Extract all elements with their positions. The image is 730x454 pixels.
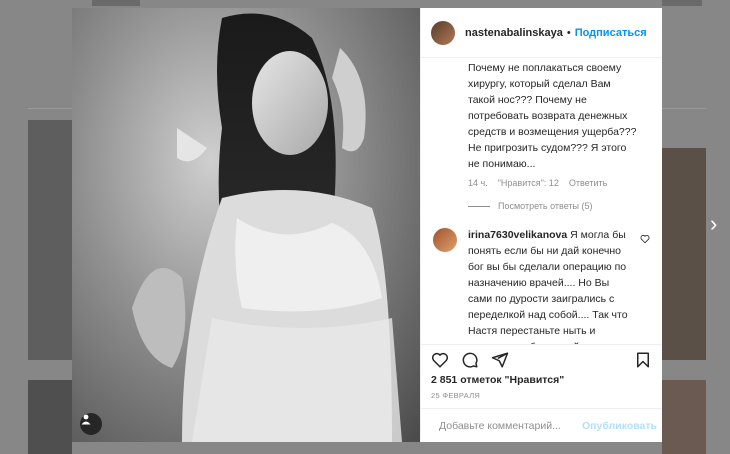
background-photo-tile [662, 380, 706, 454]
background-divider [662, 108, 706, 109]
post-actions [421, 344, 662, 374]
follow-button[interactable]: Подписаться [575, 27, 647, 39]
post-photo[interactable] [72, 8, 420, 442]
author-avatar[interactable] [431, 20, 455, 45]
view-replies-label: Посмотреть ответы (5) [498, 201, 593, 211]
publish-button[interactable]: Опубликовать [582, 420, 657, 432]
background-tile [662, 0, 702, 6]
comment-text: Я могла бы понять если бы ни дай конечно… [468, 229, 628, 344]
heart-icon[interactable] [431, 351, 449, 369]
comment-item: irina7630velikanova Я могла бы понять ес… [468, 227, 628, 344]
background-divider [28, 108, 72, 109]
author-username[interactable]: nastenabalinskaya [465, 27, 563, 39]
background-photo-tile [28, 380, 72, 454]
reply-button[interactable]: Ответить [569, 178, 607, 188]
bookmark-icon[interactable] [634, 351, 652, 369]
share-icon[interactable] [491, 351, 509, 369]
likes-count[interactable]: 2 851 отметок "Нравится" [421, 374, 662, 388]
comment-likes[interactable]: "Нравится": 12 [498, 178, 559, 188]
header-separator: • [566, 26, 571, 39]
background-tile [92, 0, 140, 6]
commenter-avatar[interactable] [433, 228, 457, 252]
commenter-username[interactable]: irina7630velikanova [468, 229, 567, 241]
comments-list[interactable]: Почему не поплакаться своему хирургу, ко… [421, 58, 662, 344]
comment-text: Почему не поплакаться своему хирургу, ко… [468, 62, 637, 170]
post-date: 25 ФЕВРАЛЯ [431, 391, 481, 400]
next-post-chevron-right-icon[interactable]: › [710, 213, 726, 235]
replies-dash [468, 205, 490, 207]
post-photo-illustration [132, 13, 402, 442]
background-photo-tile [662, 148, 706, 360]
comment-like-heart-icon[interactable] [640, 234, 650, 247]
comment-meta: 14 ч. "Нравится": 12 Ответить [468, 178, 607, 188]
view-replies-button[interactable]: Посмотреть ответы (5) [468, 201, 593, 211]
post-side-panel: nastenabalinskaya • Подписаться Почему н… [420, 8, 662, 442]
background-photo-tile [28, 120, 72, 360]
comment-icon[interactable] [461, 351, 479, 369]
post-modal: nastenabalinskaya • Подписаться Почему н… [72, 8, 662, 442]
comment-input[interactable] [439, 419, 574, 432]
post-header: nastenabalinskaya • Подписаться [421, 8, 662, 58]
add-comment-bar: Опубликовать [421, 408, 662, 442]
user-tag-icon[interactable] [80, 413, 102, 435]
comment-time[interactable]: 14 ч. [468, 178, 488, 188]
